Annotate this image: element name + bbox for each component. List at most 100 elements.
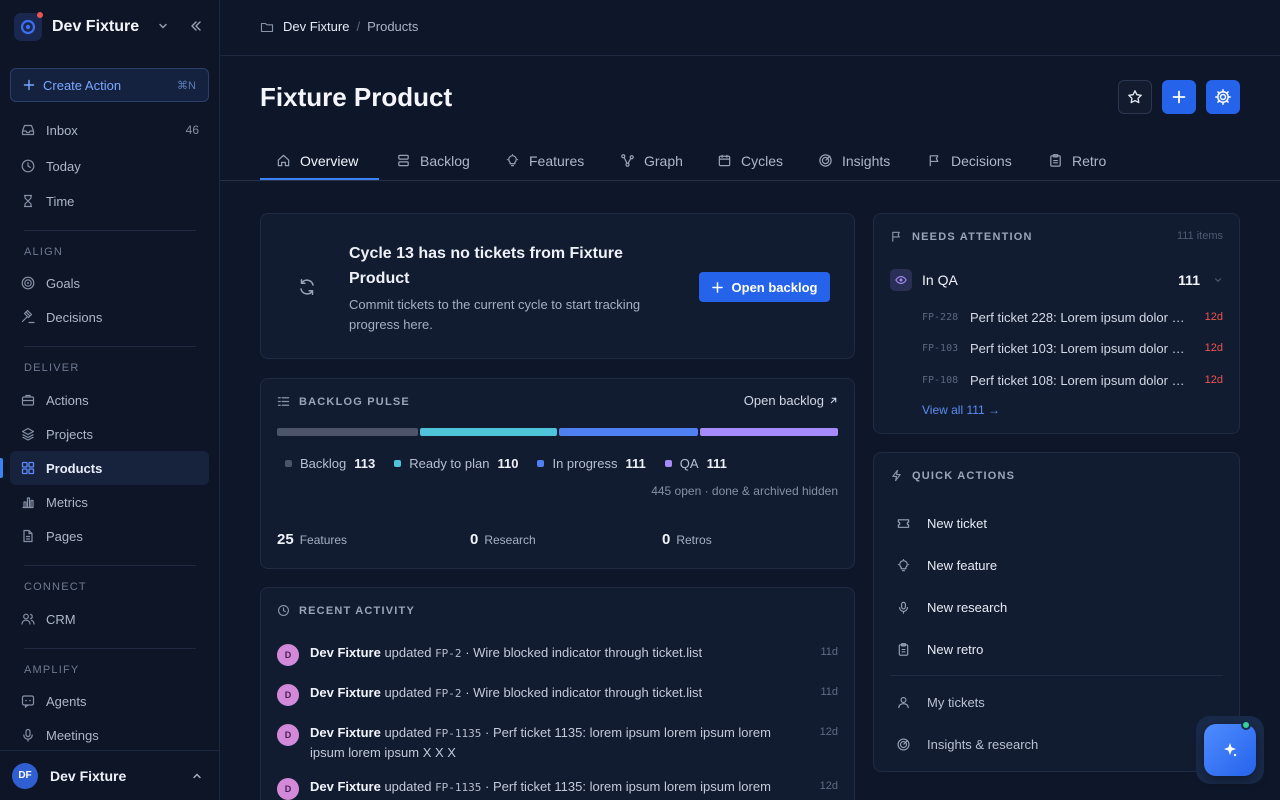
hourglass-icon <box>20 193 36 209</box>
collapse-sidebar-icon[interactable] <box>189 19 203 33</box>
group-in-qa[interactable]: In QA 111 <box>890 268 1223 292</box>
legend-swatch <box>537 460 545 467</box>
flag-icon <box>890 230 903 243</box>
sidebar-item-decisions[interactable]: Decisions <box>10 300 209 334</box>
activity-time: 12d <box>819 780 838 792</box>
ticket-title: Perf ticket 228: Lorem ipsum dolor sit a… <box>970 309 1190 325</box>
eye-icon <box>890 269 912 291</box>
quick-action-label: New feature <box>927 557 998 573</box>
avatar: DF <box>12 762 38 789</box>
ticket-row[interactable]: FP-108 Perf ticket 108: Lorem ipsum dolo… <box>922 371 1223 389</box>
activity-summary: · Perf ticket 1135: lorem ipsum lorem ip… <box>485 779 771 794</box>
recent-activity-card: RECENT ACTIVITY D Dev Fixture updated FP… <box>260 587 855 800</box>
plus-icon <box>711 281 723 293</box>
open-backlog-button[interactable]: Open backlog <box>699 272 830 302</box>
user-menu[interactable]: DF Dev Fixture <box>0 750 219 800</box>
sidebar-item-label: CRM <box>46 611 76 627</box>
activity-verb: updated <box>384 685 432 700</box>
tab-label: Backlog <box>420 152 470 169</box>
new-ticket-button[interactable]: New ticket <box>896 513 987 533</box>
file-icon <box>20 528 36 544</box>
recent-activity-title: RECENT ACTIVITY <box>299 604 415 617</box>
activity-user: Dev Fixture <box>310 779 381 794</box>
cycle-empty-title: Cycle 13 has no tickets from Fixture Pro… <box>349 245 623 287</box>
sidebar-item-label: Actions <box>46 392 89 408</box>
assistant-button[interactable] <box>1204 724 1256 776</box>
my-tickets-link[interactable]: My tickets <box>896 692 985 712</box>
layers-icon <box>20 426 36 442</box>
stat-label: Research <box>484 533 536 547</box>
activity-time: 12d <box>819 726 838 738</box>
insights-research-link[interactable]: Insights & research <box>896 734 1038 754</box>
legend-item-qa: QA 111 <box>664 456 727 471</box>
avatar: D <box>277 778 299 800</box>
sidebar-item-metrics[interactable]: Metrics <box>10 485 209 519</box>
stat-research[interactable]: 0 Research <box>470 531 536 548</box>
group-count: 111 <box>1178 272 1200 288</box>
tab-backlog[interactable]: Backlog <box>396 140 470 181</box>
tab-graph[interactable]: Graph <box>620 140 683 181</box>
sidebar-item-meetings[interactable]: Meetings <box>10 718 209 752</box>
workspace-name: Dev Fixture <box>52 18 140 35</box>
tab-retro[interactable]: Retro <box>1048 140 1106 181</box>
tab-cycles[interactable]: Cycles <box>717 140 783 181</box>
pulse-segment-ready-to-plan <box>419 428 558 436</box>
activity-ticket-id: FP-2 <box>435 647 462 660</box>
sidebar-item-label: Products <box>46 460 103 476</box>
chevron-down-icon[interactable] <box>157 20 169 32</box>
activity-user: Dev Fixture <box>310 645 381 660</box>
sidebar-item-agents[interactable]: Agents <box>10 684 209 718</box>
sidebar-item-today[interactable]: Today <box>10 149 209 183</box>
tab-label: Cycles <box>741 152 784 169</box>
activity-summary: · Wire blocked indicator through ticket.… <box>465 685 703 700</box>
tab-decisions[interactable]: Decisions <box>927 140 1012 181</box>
new-feature-button[interactable]: New feature <box>896 555 997 575</box>
sidebar-item-projects[interactable]: Projects <box>10 417 209 451</box>
lightning-icon <box>890 469 903 482</box>
backlog-pulse-card: BACKLOG PULSE Open backlog Backlog 113 Re… <box>260 378 855 569</box>
new-retro-button[interactable]: New retro <box>896 639 983 659</box>
sidebar-item-time[interactable]: Time <box>10 184 209 218</box>
target-icon <box>20 275 36 291</box>
new-research-button[interactable]: New research <box>896 597 1007 617</box>
refresh-icon <box>297 277 317 297</box>
workspace-switcher[interactable]: Dev Fixture <box>14 12 208 41</box>
tab-features[interactable]: Features <box>505 140 584 181</box>
target-icon <box>896 737 912 752</box>
mic-icon <box>20 727 36 743</box>
ticket-row[interactable]: FP-228 Perf ticket 228: Lorem ipsum dolo… <box>922 308 1223 326</box>
view-all-link[interactable]: View all 111 → <box>922 403 1000 417</box>
sidebar-item-crm[interactable]: CRM <box>10 602 209 636</box>
breadcrumb-root[interactable]: Dev Fixture <box>283 19 349 34</box>
breadcrumb: Dev Fixture / Products <box>260 19 418 34</box>
add-button[interactable] <box>1162 80 1196 114</box>
page-title: Fixture Product <box>260 82 453 112</box>
tab-insights[interactable]: Insights <box>818 140 890 181</box>
sidebar-item-inbox[interactable]: Inbox 46 <box>10 113 209 147</box>
sidebar-item-actions[interactable]: Actions <box>10 383 209 417</box>
activity-verb: updated <box>384 725 432 740</box>
sidebar-item-label: Today <box>46 158 81 174</box>
legend-item-in-progress: In progress 111 <box>537 456 646 471</box>
breadcrumb-current[interactable]: Products <box>367 19 418 34</box>
stat-features[interactable]: 25 Features <box>277 531 347 548</box>
sidebar-item-pages[interactable]: Pages <box>10 519 209 553</box>
cycle-card: Cycle 13 has no tickets from Fixture Pro… <box>260 213 855 359</box>
ticket-row[interactable]: FP-103 Perf ticket 103: Lorem ipsum dolo… <box>922 339 1223 357</box>
backlog-distribution-bar <box>277 428 838 436</box>
legend-item-ready-to-plan: Ready to plan 110 <box>394 456 518 471</box>
open-backlog-link[interactable]: Open backlog <box>744 393 838 408</box>
activity-user: Dev Fixture <box>310 685 381 700</box>
tab-overview[interactable]: Overview <box>276 140 358 181</box>
settings-button[interactable] <box>1206 80 1240 114</box>
favorite-button[interactable] <box>1118 80 1152 114</box>
breadcrumb-separator: / <box>356 19 361 34</box>
tab-bar: Overview Backlog Features Graph Cycles I… <box>220 140 1280 181</box>
sidebar-item-products[interactable]: Products <box>10 451 209 485</box>
backlog-note: 445 open · done & archived hidden <box>651 484 838 498</box>
sidebar-item-goals[interactable]: Goals <box>10 266 209 300</box>
quick-action-label: Insights & research <box>927 736 1039 752</box>
quick-action-label: New retro <box>927 641 984 657</box>
create-action-button[interactable]: Create Action ⌘N <box>10 68 209 102</box>
stat-retros[interactable]: 0 Retros <box>662 531 712 548</box>
